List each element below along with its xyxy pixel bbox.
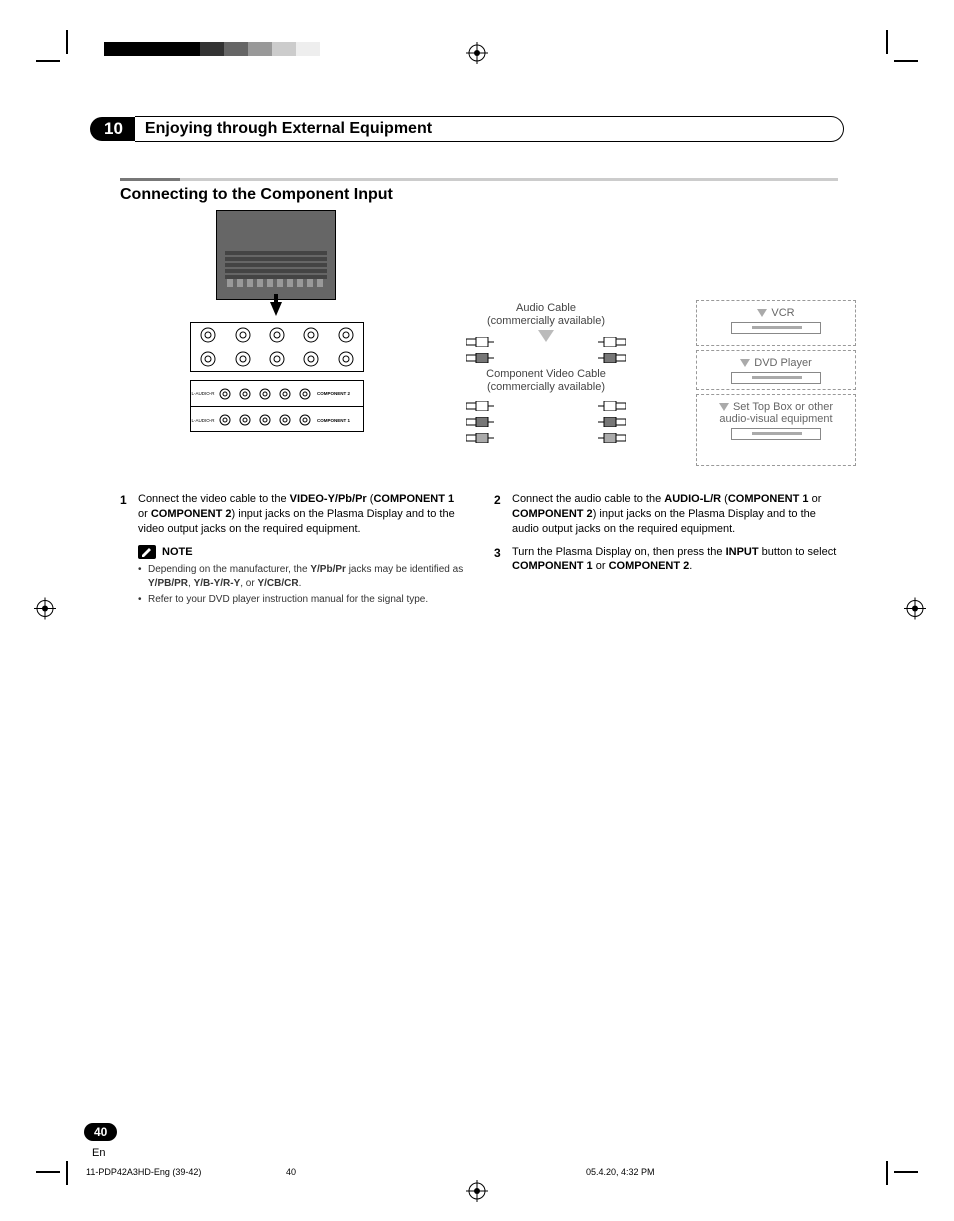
- label-component2: COMPONENT 2: [315, 391, 350, 396]
- triangle-down-icon: [740, 359, 750, 367]
- step-2: 2 Connect the audio cable to the AUDIO-L…: [494, 492, 838, 537]
- jack-panel-top: [190, 322, 364, 372]
- triangle-down-icon: [538, 330, 554, 342]
- video-cable-label: Component Video Cable(commercially avail…: [456, 368, 636, 393]
- step-number: 1: [120, 492, 138, 537]
- registration-mark-bottom: [466, 1180, 488, 1207]
- step-1: 1 Connect the video cable to the VIDEO-Y…: [120, 492, 464, 537]
- pencil-icon: [138, 545, 156, 559]
- registration-mark-right: [904, 597, 926, 624]
- page-language: En: [92, 1147, 105, 1159]
- step-number: 3: [494, 545, 512, 575]
- note-item: Refer to your DVD player instruction man…: [138, 593, 464, 607]
- device-vcr: VCR: [696, 300, 856, 346]
- registration-mark-left: [34, 597, 56, 624]
- section-title: Connecting to the Component Input: [120, 186, 393, 204]
- connection-diagram: L-AUDIO-R COMPONENT 2 L-AUDIO-R COMPONEN…: [120, 210, 880, 470]
- device-stb: Set Top Box or other audio-visual equipm…: [696, 394, 856, 466]
- section-rule: [120, 178, 838, 181]
- step-text: Connect the audio cable to the AUDIO-L/R…: [512, 492, 838, 537]
- instruction-columns: 1 Connect the video cable to the VIDEO-Y…: [120, 492, 838, 610]
- jack-panel-labeled: L-AUDIO-R COMPONENT 2 L-AUDIO-R COMPONEN…: [190, 380, 364, 432]
- triangle-down-icon: [719, 403, 729, 411]
- chapter-number-badge: 10: [90, 117, 135, 141]
- label-audio: L-AUDIO-R: [191, 418, 215, 423]
- column-right: 2 Connect the audio cable to the AUDIO-L…: [494, 492, 838, 610]
- step-number: 2: [494, 492, 512, 537]
- note-bullets: Depending on the manufacturer, the Y/Pb/…: [138, 563, 464, 607]
- registration-mark-top: [466, 42, 488, 64]
- triangle-down-icon: [757, 309, 767, 317]
- note-item: Depending on the manufacturer, the Y/Pb/…: [138, 563, 464, 590]
- step-3: 3 Turn the Plasma Display on, then press…: [494, 545, 838, 575]
- arrow-down-icon: [270, 302, 282, 316]
- display-rear-panel: [216, 210, 336, 300]
- column-left: 1 Connect the video cable to the VIDEO-Y…: [120, 492, 464, 610]
- note-heading: NOTE: [138, 545, 464, 560]
- device-dvd: DVD Player: [696, 350, 856, 390]
- note-label: NOTE: [162, 545, 193, 560]
- chapter-heading: 10 Enjoying through External Equipment: [90, 116, 844, 142]
- colorbar-gray: [104, 42, 320, 56]
- step-text: Connect the video cable to the VIDEO-Y/P…: [138, 492, 464, 537]
- page-number-badge: 40: [84, 1123, 117, 1141]
- audio-cable-label: Audio Cable(commercially available): [456, 302, 636, 327]
- label-audio: L-AUDIO-R: [191, 391, 215, 396]
- label-component1: COMPONENT 1: [315, 418, 350, 423]
- step-text: Turn the Plasma Display on, then press t…: [512, 545, 838, 575]
- chapter-title: Enjoying through External Equipment: [145, 120, 432, 138]
